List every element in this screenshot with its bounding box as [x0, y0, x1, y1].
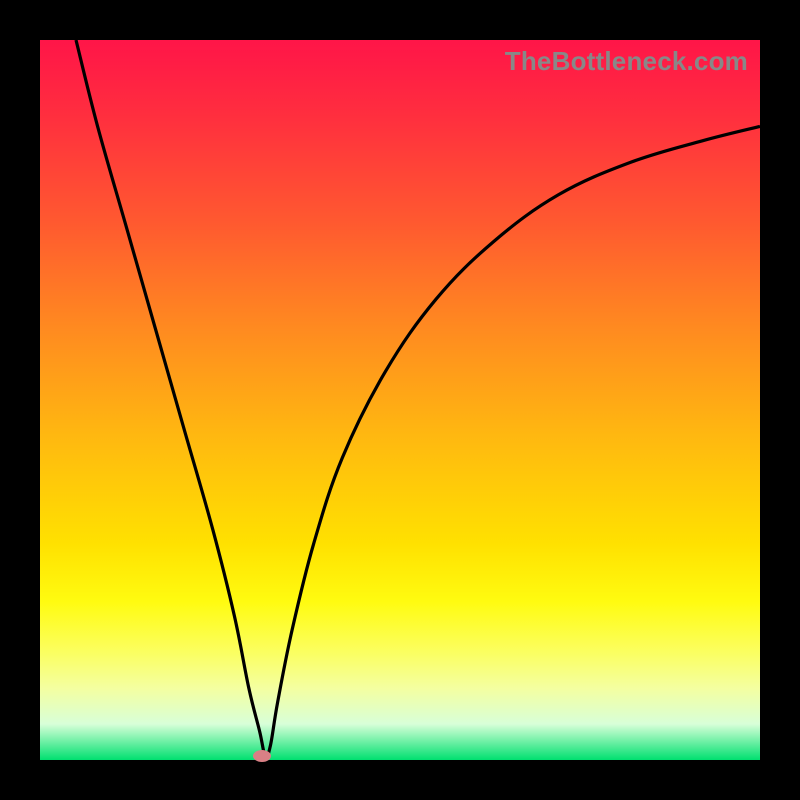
performance-curve [40, 40, 760, 760]
chart-frame: TheBottleneck.com [0, 0, 800, 800]
curve-path [76, 40, 760, 757]
optimal-point-marker [253, 750, 271, 762]
plot-area: TheBottleneck.com [40, 40, 760, 760]
